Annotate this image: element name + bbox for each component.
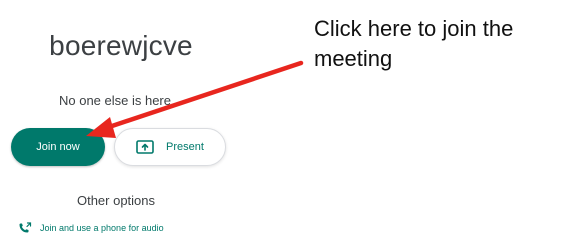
- phone-icon: [18, 222, 32, 234]
- phone-audio-label: Join and use a phone for audio: [40, 223, 164, 233]
- other-options-heading: Other options: [76, 193, 156, 208]
- join-now-label: Join now: [36, 141, 80, 153]
- meeting-status-text: No one else is here: [58, 93, 171, 108]
- present-button[interactable]: Present: [114, 128, 226, 166]
- phone-audio-option[interactable]: Join and use a phone for audio: [18, 222, 164, 234]
- join-now-button[interactable]: Join now: [11, 128, 105, 166]
- annotation-text: Click here to join the meeting: [314, 16, 514, 71]
- present-icon: [136, 140, 154, 154]
- meeting-code-title: boerewjcve: [49, 30, 193, 61]
- present-label: Present: [166, 141, 204, 153]
